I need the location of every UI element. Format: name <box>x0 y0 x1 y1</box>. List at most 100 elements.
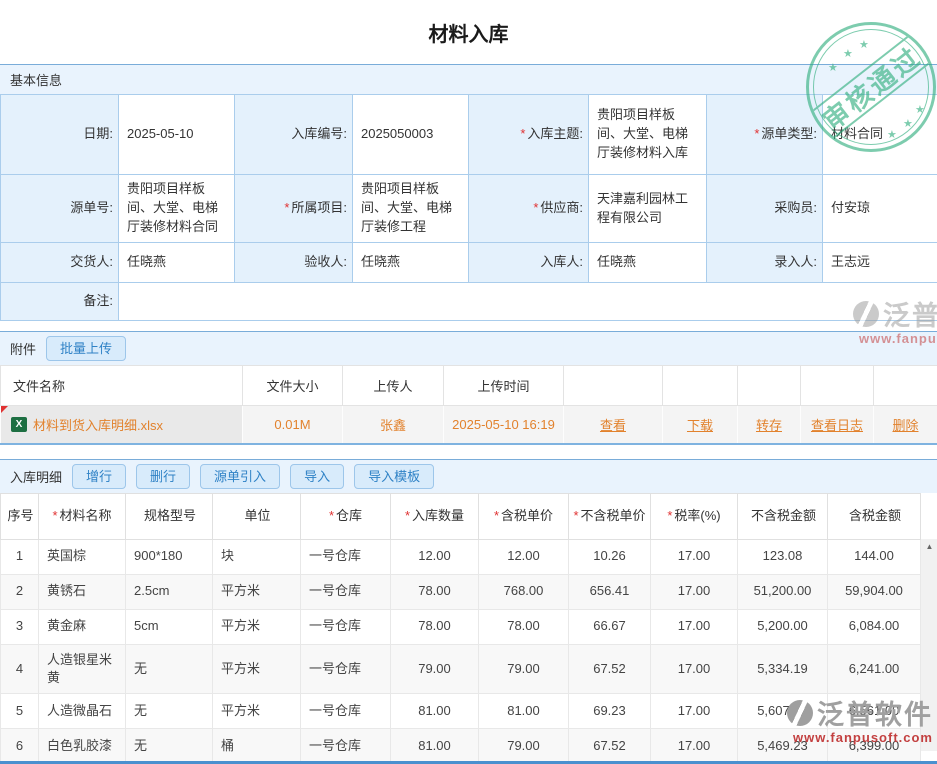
detail-cell-tax-rate: 17.00 <box>651 728 738 763</box>
add-row-button[interactable]: 增行 <box>72 464 126 489</box>
download-link[interactable]: 下载 <box>687 418 713 433</box>
detail-cell-tax-rate: 17.00 <box>651 644 738 693</box>
buyer-field[interactable]: 付安琼 <box>823 175 937 243</box>
source-type-field[interactable]: 材料合同 <box>823 95 937 175</box>
inbound-no-field[interactable]: 2025050003 <box>353 95 469 175</box>
detail-cell-spec-model: 900*180 <box>126 539 213 574</box>
source-no-label: 源单号: <box>1 175 119 243</box>
deliverer-field[interactable]: 任晓燕 <box>119 243 235 283</box>
column-header-price-without-tax: *不含税单价 <box>569 493 651 539</box>
detail-cell-spec-model: 无 <box>126 693 213 728</box>
detail-cell-warehouse: 一号仓库 <box>301 539 391 574</box>
basic-info-section-title: 基本信息 <box>10 70 62 89</box>
basic-info-row: 源单号: 贵阳项目样板间、大堂、电梯厅装修材料合同 *所属项目: 贵阳项目样板间… <box>1 175 937 243</box>
detail-cell-seq: 4 <box>1 644 39 693</box>
detail-cell-spec-model: 无 <box>126 644 213 693</box>
inbound-no-label: 入库编号: <box>235 95 353 175</box>
file-log-cell: 查看日志 <box>801 406 874 444</box>
detail-cell-unit: 平方米 <box>213 574 301 609</box>
vertical-scrollbar[interactable]: ▲ <box>921 539 937 751</box>
project-label: *所属项目: <box>235 175 353 243</box>
delete-row-button[interactable]: 删行 <box>136 464 190 489</box>
inbound-detail-section-title: 入库明细 <box>10 467 62 486</box>
import-button[interactable]: 导入 <box>290 464 344 489</box>
date-field[interactable]: 2025-05-10 <box>119 95 235 175</box>
detail-cell-seq: 5 <box>1 693 39 728</box>
detail-row: 1英国棕900*180块一号仓库12.0012.0010.2617.00123.… <box>1 539 921 574</box>
detail-cell-price-without-tax: 10.26 <box>569 539 651 574</box>
file-row: X 材料到货入库明细.xlsx 0.01M 张鑫 2025-05-10 16:1… <box>1 406 937 444</box>
detail-cell-inbound-qty: 78.00 <box>391 609 479 644</box>
detail-cell-amount-with-tax: 6,084.00 <box>828 609 921 644</box>
inspector-field[interactable]: 任晓燕 <box>353 243 469 283</box>
detail-cell-unit: 平方米 <box>213 644 301 693</box>
detail-row: 6白色乳胶漆无桶一号仓库81.0079.0067.5217.005,469.23… <box>1 728 921 763</box>
column-header-amount-without-tax: 不含税金额 <box>738 493 828 539</box>
remark-row: 备注: <box>1 283 937 321</box>
remark-label: 备注: <box>1 283 119 321</box>
detail-cell-inbound-qty: 78.00 <box>391 574 479 609</box>
supplier-field[interactable]: 天津嘉利园林工程有限公司 <box>589 175 707 243</box>
detail-cell-spec-model: 5cm <box>126 609 213 644</box>
view-link[interactable]: 查看 <box>600 418 626 433</box>
detail-cell-warehouse: 一号仓库 <box>301 728 391 763</box>
detail-cell-unit: 平方米 <box>213 693 301 728</box>
detail-cell-unit: 平方米 <box>213 609 301 644</box>
detail-cell-material-name: 黄金麻 <box>39 609 126 644</box>
detail-cell-amount-with-tax: 144.00 <box>828 539 921 574</box>
detail-cell-price-without-tax: 67.52 <box>569 644 651 693</box>
detail-cell-inbound-qty: 79.00 <box>391 644 479 693</box>
project-field[interactable]: 贵阳项目样板间、大堂、电梯厅装修工程 <box>353 175 469 243</box>
column-header-tax-rate: *税率(%) <box>651 493 738 539</box>
remark-field[interactable] <box>119 283 937 321</box>
buyer-label: 采购员: <box>707 175 823 243</box>
detail-cell-amount-without-tax: 5,469.23 <box>738 728 828 763</box>
view-log-link[interactable]: 查看日志 <box>811 418 863 433</box>
import-from-source-button[interactable]: 源单引入 <box>200 464 280 489</box>
basic-info-table: 日期: 2025-05-10 入库编号: 2025050003 *入库主题: 贵… <box>0 94 937 321</box>
scroll-up-arrow[interactable]: ▲ <box>921 539 937 555</box>
uploader-header: 上传人 <box>343 366 444 406</box>
detail-cell-tax-rate: 17.00 <box>651 539 738 574</box>
detail-header-row: 序号*材料名称规格型号单位*仓库*入库数量*含税单价*不含税单价*税率(%)不含… <box>1 493 921 539</box>
warehouser-field[interactable]: 任晓燕 <box>589 243 707 283</box>
file-size-cell: 0.01M <box>243 406 343 444</box>
inbound-subject-field[interactable]: 贵阳项目样板间、大堂、电梯厅装修材料入库 <box>589 95 707 175</box>
detail-cell-price-without-tax: 66.67 <box>569 609 651 644</box>
import-template-button[interactable]: 导入模板 <box>354 464 434 489</box>
inbound-detail-section: 入库明细 增行 删行 源单引入 导入 导入模板 序号*材料名称规格型号单位*仓库… <box>0 459 937 764</box>
detail-cell-material-name: 白色乳胶漆 <box>39 728 126 763</box>
source-type-label: *源单类型: <box>707 95 823 175</box>
basic-info-row: 日期: 2025-05-10 入库编号: 2025050003 *入库主题: 贵… <box>1 95 937 175</box>
actions-header <box>801 366 874 406</box>
detail-cell-amount-with-tax: 6,399.00 <box>828 728 921 763</box>
detail-row: 4人造银星米黄无平方米一号仓库79.0079.0067.5217.005,334… <box>1 644 921 693</box>
detail-cell-tax-rate: 17.00 <box>651 609 738 644</box>
delete-link[interactable]: 删除 <box>892 418 918 433</box>
header: 材料入库 <box>0 0 937 64</box>
batch-upload-button[interactable]: 批量上传 <box>46 336 126 361</box>
page-title: 材料入库 <box>429 18 509 47</box>
attachments-section: 附件 批量上传 文件名称 文件大小 上传人 上传时间 X 材料到货入库明细.xl… <box>0 331 937 445</box>
detail-cell-price-with-tax: 78.00 <box>479 609 569 644</box>
actions-header <box>663 366 738 406</box>
actions-header <box>874 366 937 406</box>
detail-cell-price-with-tax: 79.00 <box>479 644 569 693</box>
save-as-link[interactable]: 转存 <box>756 418 782 433</box>
column-header-price-with-tax: *含税单价 <box>479 493 569 539</box>
detail-cell-amount-without-tax: 123.08 <box>738 539 828 574</box>
detail-cell-price-without-tax: 67.52 <box>569 728 651 763</box>
detail-cell-price-with-tax: 768.00 <box>479 574 569 609</box>
file-name-link[interactable]: 材料到货入库明细.xlsx <box>33 415 163 434</box>
attachments-table: 文件名称 文件大小 上传人 上传时间 X 材料到货入库明细.xlsx 0.01M… <box>0 365 937 445</box>
file-name-cell: X 材料到货入库明细.xlsx <box>1 406 243 444</box>
source-no-field[interactable]: 贵阳项目样板间、大堂、电梯厅装修材料合同 <box>119 175 235 243</box>
detail-cell-unit: 桶 <box>213 728 301 763</box>
detail-cell-price-without-tax: 656.41 <box>569 574 651 609</box>
recorder-field[interactable]: 王志远 <box>823 243 937 283</box>
upload-time-header: 上传时间 <box>444 366 564 406</box>
detail-cell-price-with-tax: 79.00 <box>479 728 569 763</box>
detail-cell-spec-model: 2.5cm <box>126 574 213 609</box>
actions-header <box>564 366 663 406</box>
detail-cell-seq: 3 <box>1 609 39 644</box>
